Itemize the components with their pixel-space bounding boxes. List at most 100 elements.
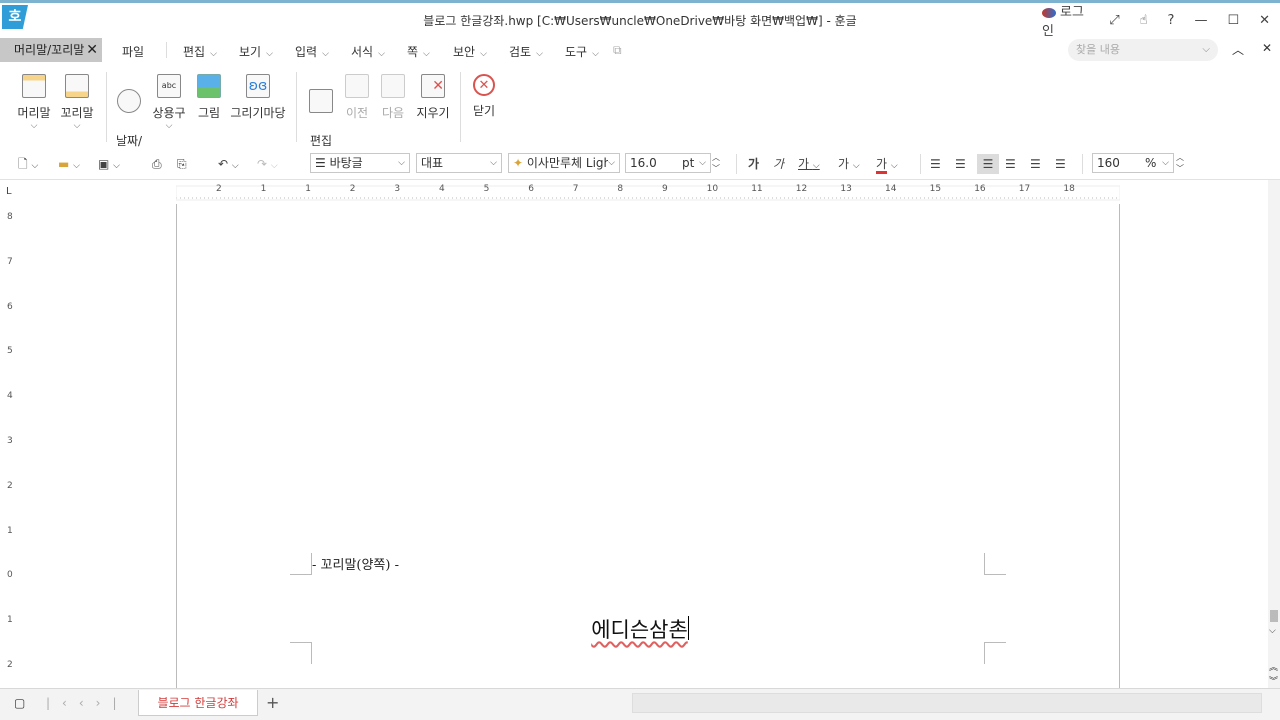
bold-button[interactable]: 가 — [748, 154, 759, 174]
minimize-button[interactable]: — — [1194, 13, 1207, 28]
font-size-stepper[interactable]: ︿ ﹀ — [712, 152, 720, 173]
footer-area-label: - 꼬리말(양쪽) - — [312, 558, 399, 573]
ruler-tick-label: 17 — [1018, 184, 1031, 194]
zoom-input[interactable]: 160 % ⌵ — [1092, 153, 1174, 173]
ruler-tick-label: 13 — [840, 184, 852, 194]
chevron-down-icon[interactable]: ⌵ — [1202, 39, 1210, 61]
ruler-tick-label: 18 — [1063, 184, 1075, 194]
ruler-tick-label: 15 — [929, 184, 942, 194]
ribbon-divider — [106, 72, 107, 142]
align-right-icon[interactable]: ☰ — [1005, 154, 1016, 174]
chevron-down-icon: ⌵ — [398, 158, 405, 168]
next-button[interactable]: 다음 — [378, 74, 408, 121]
menu-bar: 머리말/꼬리말 ✕ 파일 편집 ⌵ 보기 ⌵ 입력 ⌵ 서식 ⌵ 쪽 ⌵ 보안 ⌵ 검토 ⌵ … — [0, 36, 1280, 64]
header-button[interactable]: 머리말 ⌵ — [16, 74, 52, 131]
window-controls: 로그인 ⤢ ☝ ? — ☐ ✕ — [1032, 5, 1280, 39]
align-center-icon[interactable]: ☰ — [977, 154, 999, 174]
footer-text[interactable]: 에디슨삼촌 — [0, 614, 1280, 644]
menu-edit[interactable]: 편집 ⌵ — [183, 43, 217, 60]
add-tab-button[interactable]: + — [266, 693, 279, 712]
sheet-tab[interactable]: 블로그 한글강좌 — [138, 690, 258, 716]
italic-button[interactable]: 가 — [773, 154, 784, 174]
ribbon: 머리말⌵ 꼬리말⌵ 날짜/ 시간 abc 상용구⌵ 그림 ʚɞ 그리기마당 편집… — [0, 64, 1280, 163]
vertical-scrollbar[interactable]: ⌵ ︽ ︾ — [1268, 180, 1280, 688]
scroll-down-icon[interactable]: ⌵ — [1269, 626, 1276, 636]
toolbar-divider — [736, 154, 737, 174]
picture-button[interactable]: 그림 — [194, 74, 224, 121]
language-select[interactable]: 대표 ⌵ — [416, 153, 502, 173]
menu-security[interactable]: 보안 ⌵ — [453, 43, 487, 60]
font-select[interactable]: ✦ 이사만루체 Ligh ⌵ — [508, 153, 620, 173]
scroll-thumb[interactable] — [1270, 610, 1278, 622]
chevron-down-icon: ⌵ — [490, 158, 497, 168]
ruler-tick-label: 1 — [7, 525, 13, 536]
clock-icon — [117, 89, 141, 113]
page-view-icon[interactable]: ▢ — [14, 696, 25, 710]
menu-format[interactable]: 서식 ⌵ — [351, 43, 385, 60]
login-button[interactable]: 로그인 — [1042, 1, 1089, 39]
redo-icon[interactable]: ↷ ⌵ — [257, 154, 278, 174]
touch-mode-icon[interactable]: ☝ — [1140, 13, 1148, 28]
sheet-nav-icons[interactable]: |‹‹›| — [46, 696, 128, 710]
style-select[interactable]: ☰ 바탕글 ⌵ — [310, 153, 410, 173]
previous-icon — [345, 74, 369, 98]
header-icon — [22, 74, 46, 98]
ruler-corner[interactable]: L — [6, 186, 12, 197]
underline-button[interactable]: 가 ⌵ — [798, 154, 820, 174]
save-icon[interactable]: ▣ ⌵ — [98, 154, 120, 174]
restore-layout-icon[interactable]: ⤢ — [1109, 13, 1119, 28]
maximize-button[interactable]: ☐ — [1227, 13, 1239, 28]
undo-icon[interactable]: ↶ ⌵ — [218, 154, 239, 174]
tab-header-footer[interactable]: 머리말/꼬리말 ✕ — [0, 38, 102, 62]
ribbon-divider — [296, 72, 297, 142]
drawing-gallery-button[interactable]: ʚɞ 그리기마당 — [230, 74, 286, 121]
footer-icon — [65, 74, 89, 98]
open-folder-icon[interactable]: ▬ ⌵ — [58, 154, 80, 174]
ruler-tick-label: 2 — [7, 480, 13, 491]
search-input[interactable]: 찾을 내용 ⌵ — [1068, 39, 1218, 61]
print-preview-icon[interactable]: ⎘ — [177, 154, 187, 174]
delete-button[interactable]: ✕ 지우기 — [414, 74, 452, 121]
menu-review[interactable]: 검토 ⌵ — [509, 43, 543, 60]
menu-page[interactable]: 쪽 ⌵ — [407, 43, 430, 60]
strikethrough-button[interactable]: 가 ⌵ — [838, 154, 860, 174]
ruler-tick-label: 6 — [7, 301, 13, 312]
font-size-input[interactable]: 16.0 pt ⌵ — [625, 153, 711, 173]
align-justify-icon[interactable]: ☰ — [930, 154, 941, 174]
ruler-tick-label: 7 — [572, 184, 579, 194]
autotext-button[interactable]: abc 상용구 ⌵ — [151, 74, 187, 131]
page-up-icon[interactable]: ︽ — [1269, 660, 1278, 673]
distribute-icon[interactable]: ☰ — [1030, 154, 1041, 174]
ruler-tick-label: 9 — [662, 184, 668, 194]
menu-view[interactable]: 보기 ⌵ — [239, 43, 273, 60]
align-left-icon[interactable]: ☰ — [955, 154, 966, 174]
addon-icon[interactable]: ⧉ — [613, 43, 622, 58]
chevron-down-icon: ⌵ — [1162, 158, 1169, 168]
collapse-ribbon-icon[interactable]: ︿ — [1232, 41, 1244, 58]
chevron-down-icon: ⌵ — [852, 161, 860, 171]
close-tab-icon[interactable]: ✕ — [86, 38, 98, 62]
close-header-footer-button[interactable]: ✕ 닫기 — [468, 74, 500, 119]
print-icon[interactable]: ⎙ — [152, 154, 162, 174]
chevron-down-icon: ⌵ — [266, 49, 273, 59]
page-down-icon[interactable]: ︾ — [1269, 674, 1278, 687]
chevron-down-icon: ⌵ — [322, 49, 329, 59]
help-icon[interactable]: ? — [1168, 13, 1175, 28]
menu-file[interactable]: 파일 — [122, 43, 144, 60]
chevron-down-icon: ⌵ — [536, 49, 543, 59]
horizontal-scrollbar[interactable] — [632, 693, 1262, 713]
close-window-button[interactable]: ✕ — [1259, 13, 1270, 28]
split-align-icon[interactable]: ☰ — [1055, 154, 1066, 174]
previous-button[interactable]: 이전 — [342, 74, 372, 121]
zoom-stepper[interactable]: ︿ ﹀ — [1176, 152, 1184, 173]
text-caret — [687, 616, 689, 640]
horizontal-ruler[interactable]: 2 1 1 2 3 4 5 6 7 8 9 10 11 12 13 14 15 16 17 18 — [175, 184, 1121, 202]
menu-insert[interactable]: 입력 ⌵ — [295, 43, 329, 60]
new-document-icon[interactable]: 🗋 ⌵ — [18, 154, 38, 174]
ruler-tick-label: 5 — [483, 184, 490, 194]
close-doc-icon[interactable]: ✕ — [1262, 41, 1272, 55]
menu-tools[interactable]: 도구 ⌵ — [565, 43, 599, 60]
footer-button[interactable]: 꼬리말 ⌵ — [58, 74, 96, 131]
font-color-button[interactable]: 가 ⌵ — [876, 154, 898, 174]
chevron-down-icon: ⌵ — [73, 121, 81, 131]
